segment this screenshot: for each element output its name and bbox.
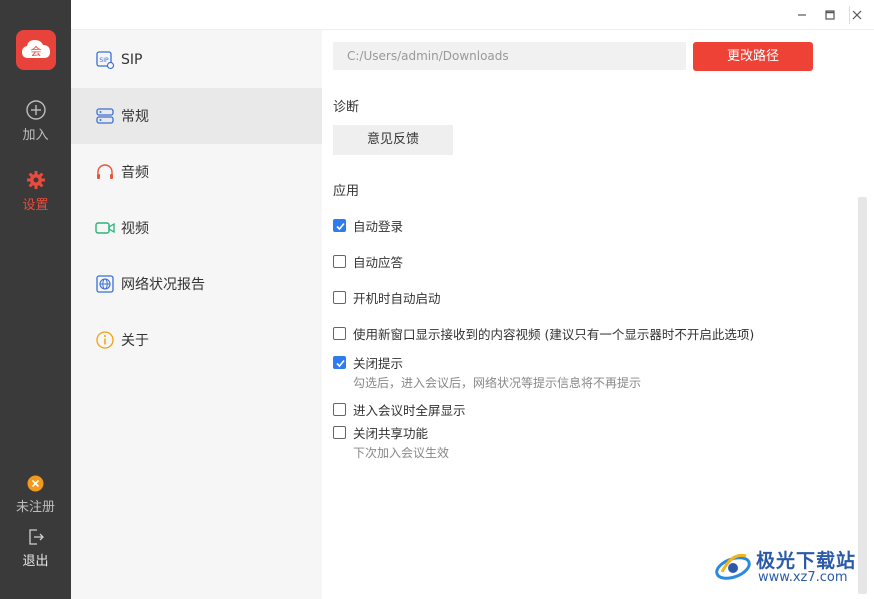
close-prompt-hint: 勾选后，进入会议后，网络状况等提示信息将不再提示: [353, 376, 642, 390]
checkbox-unchecked[interactable]: [333, 255, 346, 268]
settings-nav: SIP SIP 常规 音频 视频 网络状况报告 关于: [71, 30, 322, 599]
watermark-title: 极光下载站: [756, 550, 857, 572]
option-close-prompt[interactable]: 关闭提示: [333, 353, 403, 372]
option-label: 自动登录: [353, 219, 404, 234]
nav-item-video[interactable]: 视频: [71, 200, 322, 256]
option-label: 关闭提示: [353, 356, 404, 371]
checkbox-checked[interactable]: [333, 356, 346, 369]
rail-exit-label: 退出: [22, 554, 49, 569]
watermark-logo-icon: [715, 553, 751, 580]
download-path-field[interactable]: C:/Users/admin/Downloads: [333, 42, 686, 70]
nav-item-audio[interactable]: 音频: [71, 144, 322, 200]
option-label: 关闭共享功能: [353, 426, 429, 441]
rail-join-label: 加入: [22, 128, 49, 143]
option-new-window-video[interactable]: 使用新窗口显示接收到的内容视频 (建议只有一个显示器时不开启此选项): [333, 324, 754, 343]
nav-item-about[interactable]: 关于: [71, 312, 322, 368]
warning-x-icon: [27, 475, 44, 492]
option-label: 开机时自动启动: [353, 291, 441, 306]
checkbox-unchecked[interactable]: [333, 327, 346, 340]
svg-text:会: 会: [31, 45, 42, 58]
checkbox-unchecked[interactable]: [333, 403, 346, 416]
title-bar: [71, 0, 874, 30]
app-section-title: 应用: [333, 184, 360, 199]
check-icon: [336, 359, 345, 368]
minimize-icon: [798, 14, 806, 16]
watermark: 极光下载站 www.xz7.com: [712, 544, 868, 590]
nav-item-general[interactable]: 常规: [71, 88, 322, 144]
option-label: 自动应答: [353, 255, 404, 270]
checkbox-checked[interactable]: [333, 219, 346, 232]
rail-settings-label: 设置: [22, 198, 49, 213]
nav-item-label: 常规: [121, 109, 149, 125]
option-label: 进入会议时全屏显示: [353, 403, 466, 418]
rail-unregistered-status[interactable]: 未注册: [0, 475, 71, 515]
nav-item-label: 网络状况报告: [121, 277, 205, 293]
option-auto-start[interactable]: 开机时自动启动: [333, 288, 441, 307]
logout-icon: [28, 529, 44, 545]
nav-item-label: 音频: [121, 165, 149, 181]
option-label: 使用新窗口显示接收到的内容视频 (建议只有一个显示器时不开启此选项): [353, 327, 755, 342]
close-button[interactable]: [846, 4, 868, 26]
headphones-icon: [95, 162, 115, 182]
left-rail: 会 加入 设置 未注册 退出: [0, 0, 71, 599]
sip-icon: SIP: [95, 50, 115, 70]
option-auto-login[interactable]: 自动登录: [333, 216, 403, 235]
change-path-button[interactable]: 更改路径: [693, 42, 813, 71]
checkbox-unchecked[interactable]: [333, 426, 346, 439]
info-icon: [95, 330, 115, 350]
feedback-button[interactable]: 意见反馈: [333, 125, 453, 155]
server-icon: [95, 106, 115, 126]
checkbox-unchecked[interactable]: [333, 291, 346, 304]
app-logo: 会: [16, 30, 56, 70]
rail-exit-button[interactable]: 退出: [0, 528, 71, 569]
option-fullscreen[interactable]: 进入会议时全屏显示: [333, 400, 466, 419]
close-icon: [852, 10, 862, 20]
option-auto-answer[interactable]: 自动应答: [333, 252, 403, 271]
rail-settings-button[interactable]: 设置: [0, 170, 71, 213]
gear-icon: [26, 171, 45, 189]
plus-circle-icon: [25, 100, 46, 120]
maximize-icon: [825, 10, 835, 20]
rail-unregistered-label: 未注册: [15, 500, 55, 515]
video-camera-icon: [95, 218, 115, 238]
settings-content: C:/Users/admin/Downloads 更改路径 诊断 意见反馈 应用…: [322, 30, 874, 599]
maximize-button[interactable]: [819, 4, 841, 26]
network-report-icon: [95, 274, 115, 294]
watermark-url: www.xz7.com: [758, 570, 848, 585]
nav-item-label: 关于: [121, 333, 149, 349]
nav-item-label: 视频: [121, 221, 149, 237]
cloud-logo-icon: 会: [22, 40, 50, 58]
check-icon: [336, 222, 345, 231]
nav-item-sip[interactable]: SIP SIP: [71, 32, 322, 88]
disable-share-hint: 下次加入会议生效: [353, 446, 450, 460]
nav-item-label: SIP: [121, 52, 143, 68]
diagnose-section-title: 诊断: [333, 100, 360, 115]
scrollbar[interactable]: [858, 197, 867, 594]
minimize-button[interactable]: [791, 4, 813, 26]
option-disable-share[interactable]: 关闭共享功能: [333, 423, 428, 442]
svg-text:SIP: SIP: [99, 57, 109, 64]
rail-join-button[interactable]: 加入: [0, 100, 71, 143]
nav-item-network-report[interactable]: 网络状况报告: [71, 256, 322, 312]
